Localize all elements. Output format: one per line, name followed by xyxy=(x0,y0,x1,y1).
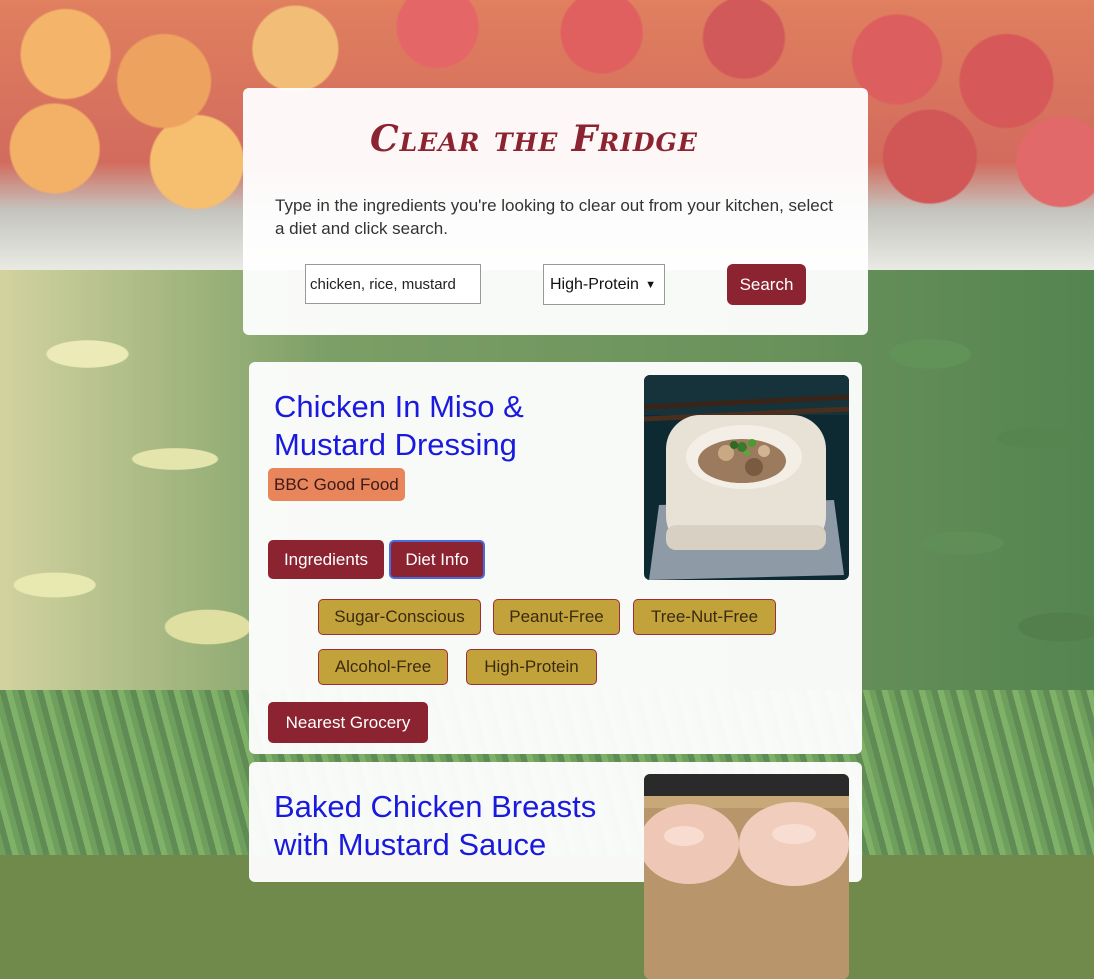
recipe-image[interactable] xyxy=(644,375,849,580)
recipe-card: Chicken In Miso & Mustard Dressing BBC G… xyxy=(249,362,862,754)
app-title: Clear the Fridge xyxy=(370,118,698,160)
diet-info-tab[interactable]: Diet Info xyxy=(389,540,485,579)
chevron-down-icon: ▼ xyxy=(645,278,656,291)
source-badge[interactable]: BBC Good Food xyxy=(268,468,405,501)
diet-tag: Sugar-Conscious xyxy=(318,599,481,635)
recipe-photo-miso-chicken xyxy=(644,375,849,580)
diet-tag: Alcohol-Free xyxy=(318,649,448,685)
diet-select[interactable]: High-Protein ▼ xyxy=(543,264,665,305)
recipe-card: Baked Chicken Breasts with Mustard Sauce xyxy=(249,762,862,979)
ingredients-input[interactable] xyxy=(305,264,481,304)
diet-tag: High-Protein xyxy=(466,649,597,685)
recipe-title-link[interactable]: Baked Chicken Breasts with Mustard Sauce xyxy=(274,788,644,864)
search-button[interactable]: Search xyxy=(727,264,806,305)
recipe-title-link[interactable]: Chicken In Miso & Mustard Dressing xyxy=(274,388,644,464)
search-card: Clear the Fridge Type in the ingredients… xyxy=(243,88,868,335)
diet-tag: Peanut-Free xyxy=(493,599,620,635)
instructions-text: Type in the ingredients you're looking t… xyxy=(275,196,833,238)
diet-tag: Tree-Nut-Free xyxy=(633,599,776,635)
recipe-photo-chicken-breasts xyxy=(644,774,849,979)
recipe-image[interactable] xyxy=(644,774,849,979)
ingredients-tab[interactable]: Ingredients xyxy=(268,540,384,579)
diet-select-value: High-Protein xyxy=(550,275,639,293)
nearest-grocery-button[interactable]: Nearest Grocery xyxy=(268,702,428,743)
